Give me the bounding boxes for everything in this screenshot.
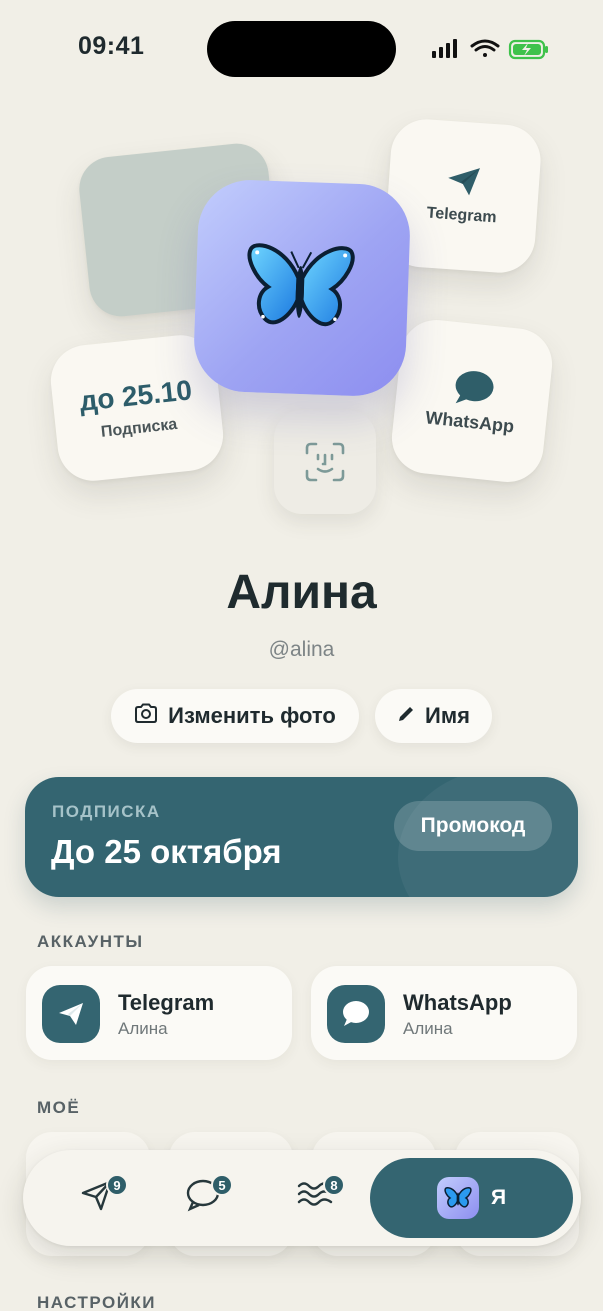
edit-name-button[interactable]: Имя xyxy=(375,689,492,743)
profile-handle: @alina xyxy=(268,638,335,661)
tab-bar: 9 5 8 Я xyxy=(23,1150,581,1246)
status-time: 09:41 xyxy=(78,32,145,60)
tab-badge: 8 xyxy=(323,1174,345,1196)
account-card-telegram[interactable]: Telegram Алина xyxy=(26,966,292,1060)
subscription-banner[interactable]: ПОДПИСКА До 25 октября Промокод xyxy=(25,777,578,897)
whatsapp-hero-card: WhatsApp xyxy=(388,316,556,486)
promo-code-button[interactable]: Промокод xyxy=(394,801,552,851)
change-photo-label: Изменить фото xyxy=(168,703,336,728)
account-card-whatsapp[interactable]: WhatsApp Алина xyxy=(311,966,577,1060)
tab-chats[interactable]: 5 xyxy=(173,1174,233,1226)
account-service: Telegram xyxy=(118,990,215,1015)
battery-icon xyxy=(508,39,548,60)
dynamic-island xyxy=(207,21,396,77)
change-photo-button[interactable]: Изменить фото xyxy=(111,689,359,743)
subscription-title: До 25 октября xyxy=(51,833,282,870)
profile-name: Алина xyxy=(226,566,377,619)
tab-send[interactable]: 9 xyxy=(68,1174,128,1226)
account-user: Алина xyxy=(118,1019,168,1038)
face-id-icon xyxy=(305,442,345,487)
face-id-card xyxy=(274,410,376,514)
mine-section-title: МОЁ xyxy=(37,1098,81,1117)
camera-icon xyxy=(134,703,158,729)
subscription-kicker: ПОДПИСКА xyxy=(52,802,161,821)
avatar-card[interactable] xyxy=(192,178,412,398)
tab-badge: 5 xyxy=(211,1174,233,1196)
butterfly-icon xyxy=(444,1186,472,1208)
pencil-icon xyxy=(397,703,415,729)
avatar xyxy=(436,1177,479,1219)
telegram-plane-icon xyxy=(42,985,100,1043)
tab-badge: 9 xyxy=(106,1174,128,1196)
chat-bubble-icon xyxy=(451,367,497,414)
account-service: WhatsApp xyxy=(403,990,512,1015)
telegram-plane-icon xyxy=(445,164,483,203)
tab-me[interactable]: Я xyxy=(370,1158,573,1238)
chat-bubble-icon xyxy=(327,985,385,1043)
status-icons xyxy=(430,37,550,61)
edit-name-label: Имя xyxy=(425,703,470,728)
tab-me-label: Я xyxy=(490,1186,507,1209)
wifi-icon xyxy=(470,39,500,57)
accounts-section-title: АККАУНТЫ xyxy=(37,932,144,951)
butterfly-icon xyxy=(242,238,357,343)
account-user: Алина xyxy=(403,1019,453,1038)
signal-icon xyxy=(432,39,457,58)
settings-section-title: НАСТРОЙКИ xyxy=(37,1293,157,1311)
tab-feed[interactable]: 8 xyxy=(285,1174,345,1226)
